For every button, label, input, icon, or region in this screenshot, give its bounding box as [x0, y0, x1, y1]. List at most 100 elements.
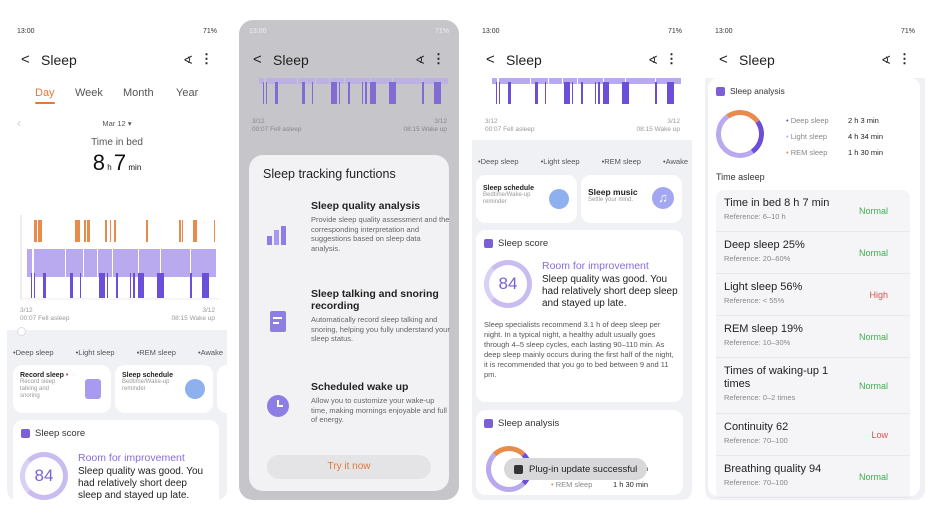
awake-bar — [146, 220, 148, 242]
metric-reference: Reference: 0–2 times — [724, 393, 796, 402]
light-sleep-bar — [549, 78, 562, 84]
awake-bar — [34, 220, 37, 242]
back-button[interactable]: < — [21, 51, 30, 68]
status-bar: 13:00 71% — [482, 28, 682, 35]
score-verdict: Room for improvement — [542, 260, 649, 272]
status-bar: 13:00 71% — [715, 28, 915, 35]
metric-title: Continuity 62 — [724, 421, 789, 433]
next-card[interactable] — [217, 365, 227, 413]
deep-sleep-bar — [365, 82, 367, 104]
deep-sleep-bar — [508, 82, 511, 104]
score-verdict: Room for improvement — [78, 452, 185, 464]
light-sleep-bar — [191, 249, 216, 277]
deep-sleep-bar — [302, 82, 305, 104]
deep-sleep-bar — [138, 273, 144, 298]
sleep-schedule-card[interactable]: Sleep schedule Bedtime/Wake-up reminder — [476, 175, 577, 223]
metric-status: Normal — [858, 471, 888, 482]
sleep-analysis-icon — [484, 419, 493, 428]
more-icon[interactable]: ⋮ — [665, 51, 678, 67]
sleep-metrics-list: Time in bed 8 h 7 min Reference: 6–10 h No… — [716, 190, 910, 498]
light-sleep-bar — [161, 249, 190, 277]
sleep-schedule-card[interactable]: Sleep schedule Bedtime/Wake-up reminder — [115, 365, 213, 413]
legend-rem-sleep: • REM sleep 1 h 30 min — [786, 148, 884, 157]
sleep-analysis-icon — [716, 86, 725, 96]
sleep-analysis-card[interactable]: Sleep analysis • Light sleep4 h 34 min •… — [476, 410, 683, 495]
chart-legend: •Deep sleep •Light sleep •REM sleep •Awake — [478, 157, 688, 166]
metric-title: Time in bed 8 h 7 min — [724, 197, 830, 209]
record-sleep-card[interactable]: Record sleep • Record sleep talking and … — [13, 365, 111, 413]
light-sleep-bar — [316, 78, 329, 84]
more-icon[interactable]: ⋮ — [432, 51, 445, 67]
deep-sleep-bar — [43, 273, 46, 298]
share-icon[interactable]: ∢ — [183, 53, 193, 67]
deep-sleep-bar — [496, 82, 497, 104]
tab-day[interactable]: Day — [35, 87, 55, 104]
share-icon[interactable]: ∢ — [881, 53, 891, 67]
time-in-bed-value: 8 h 7 min — [92, 150, 142, 175]
time-in-bed-label: Time in bed — [91, 137, 143, 148]
tab-month[interactable]: Month — [123, 87, 154, 99]
metric-row: Breathing quality 94 Reference: 70–100 Nor… — [716, 456, 910, 498]
score-advice: Sleep specialists recommend 3.1 h of dee… — [484, 320, 674, 379]
screen-functions-dialog: 13:00 71% < Sleep ∢ ⋮ 3/12 00:07 Fell asle… — [239, 20, 459, 500]
deep-sleep-bar — [348, 82, 350, 104]
date-picker[interactable]: Mar 12 ▾ — [7, 119, 227, 128]
deep-sleep-bar — [190, 273, 192, 298]
plugin-icon — [514, 464, 523, 474]
deep-sleep-bar — [339, 82, 340, 104]
awake-bar — [75, 220, 80, 242]
sleep-score-card[interactable]: Sleep score 84 Room for improvement Slee… — [476, 230, 683, 402]
wake-up-label: 3/12 08:15 Wake up — [171, 307, 215, 322]
share-icon[interactable]: ∢ — [415, 53, 425, 67]
metric-status: Normal — [858, 247, 888, 258]
page-title: Sleep — [273, 52, 309, 68]
metric-title: Times of waking-up 1 times — [724, 365, 829, 390]
score-ring: 84 — [484, 260, 532, 308]
status-bar: 13:00 71% — [17, 28, 217, 35]
analysis-donut — [712, 106, 768, 162]
chart-scrubber[interactable] — [17, 327, 26, 336]
sleep-score-card[interactable]: Sleep score 84 Room for improvement Slee… — [13, 420, 219, 500]
fell-asleep-label: 3/12 00:07 Fell asleep — [485, 118, 535, 133]
light-sleep-bar — [27, 249, 32, 277]
page-title: Sleep — [506, 52, 542, 68]
deep-sleep-bar — [70, 273, 73, 298]
more-icon[interactable]: ⋮ — [200, 51, 213, 67]
page-title: Sleep — [41, 52, 77, 68]
deep-sleep-bar — [202, 273, 209, 298]
metric-row: Times of waking-up 1 times Reference: 0–2… — [716, 358, 910, 414]
light-sleep-bar — [266, 78, 297, 84]
deep-sleep-bar — [133, 273, 135, 298]
status-time: 13:00 — [17, 28, 35, 35]
sleep-music-card[interactable]: Sleep music Settle your mind. ♫ — [581, 175, 682, 223]
deep-sleep-bar — [595, 82, 596, 104]
details-section: •Deep sleep •Light sleep •REM sleep •Awake … — [472, 140, 692, 500]
tab-year[interactable]: Year — [176, 87, 198, 99]
toast-notification: Plug-in update successful — [504, 458, 648, 480]
tab-week[interactable]: Week — [75, 87, 103, 99]
metric-row: Light sleep 56% Reference: < 55% High — [716, 274, 910, 316]
metric-title: Deep sleep 25% — [724, 239, 805, 251]
try-it-now-button[interactable]: Try it now — [267, 455, 431, 479]
back-button[interactable]: < — [486, 51, 495, 68]
deep-sleep-bar — [572, 82, 573, 104]
bar-chart-icon — [267, 226, 286, 245]
share-icon[interactable]: ∢ — [648, 53, 658, 67]
deep-sleep-bar — [266, 82, 267, 104]
battery-level: 71% — [202, 28, 217, 35]
more-icon[interactable]: ⋮ — [898, 51, 911, 67]
back-button[interactable]: < — [719, 51, 728, 68]
awake-bar — [87, 220, 90, 242]
score-summary: Sleep quality was good. You had relative… — [78, 466, 204, 500]
sleep-stage-chart — [20, 215, 220, 300]
back-button[interactable]: < — [253, 51, 262, 68]
status-bar: 13:00 71% — [249, 28, 449, 35]
light-sleep-bar — [66, 249, 83, 277]
chart-legend: •Deep sleep •Light sleep •REM sleep •Awake — [13, 348, 223, 357]
screen-analysis-view: 13:00 71% < Sleep ∢ ⋮ Sleep analysis • De… — [705, 20, 925, 500]
metric-row: REM sleep 19% Reference: 10–30% Normal — [716, 316, 910, 358]
awake-bar — [114, 220, 116, 242]
deep-sleep-bar — [434, 82, 441, 104]
awake-bar — [110, 220, 111, 242]
deep-sleep-bar — [275, 82, 278, 104]
